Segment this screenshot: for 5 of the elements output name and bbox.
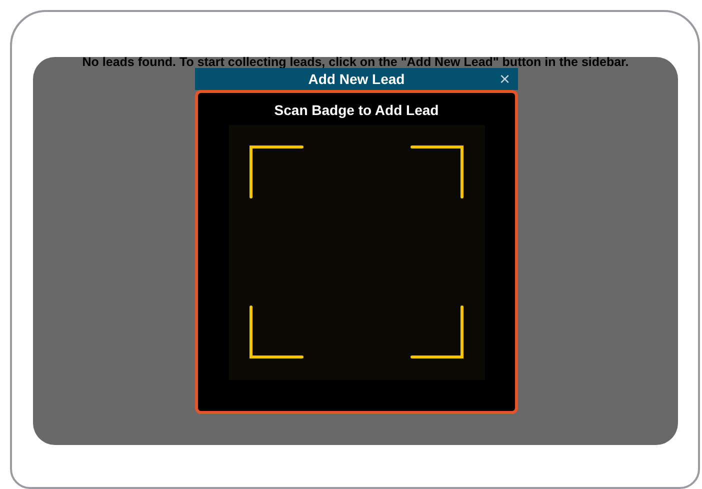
dialog-title: Add New Lead — [308, 70, 405, 88]
dialog-heading: Scan Badge to Add Lead — [274, 101, 439, 119]
close-button[interactable]: × — [499, 68, 510, 90]
empty-message: No leads found. To start collecting leads, click on the "Add New Lead" button in the sidebar. — [81, 56, 630, 68]
scan-frame-icon — [248, 145, 464, 359]
